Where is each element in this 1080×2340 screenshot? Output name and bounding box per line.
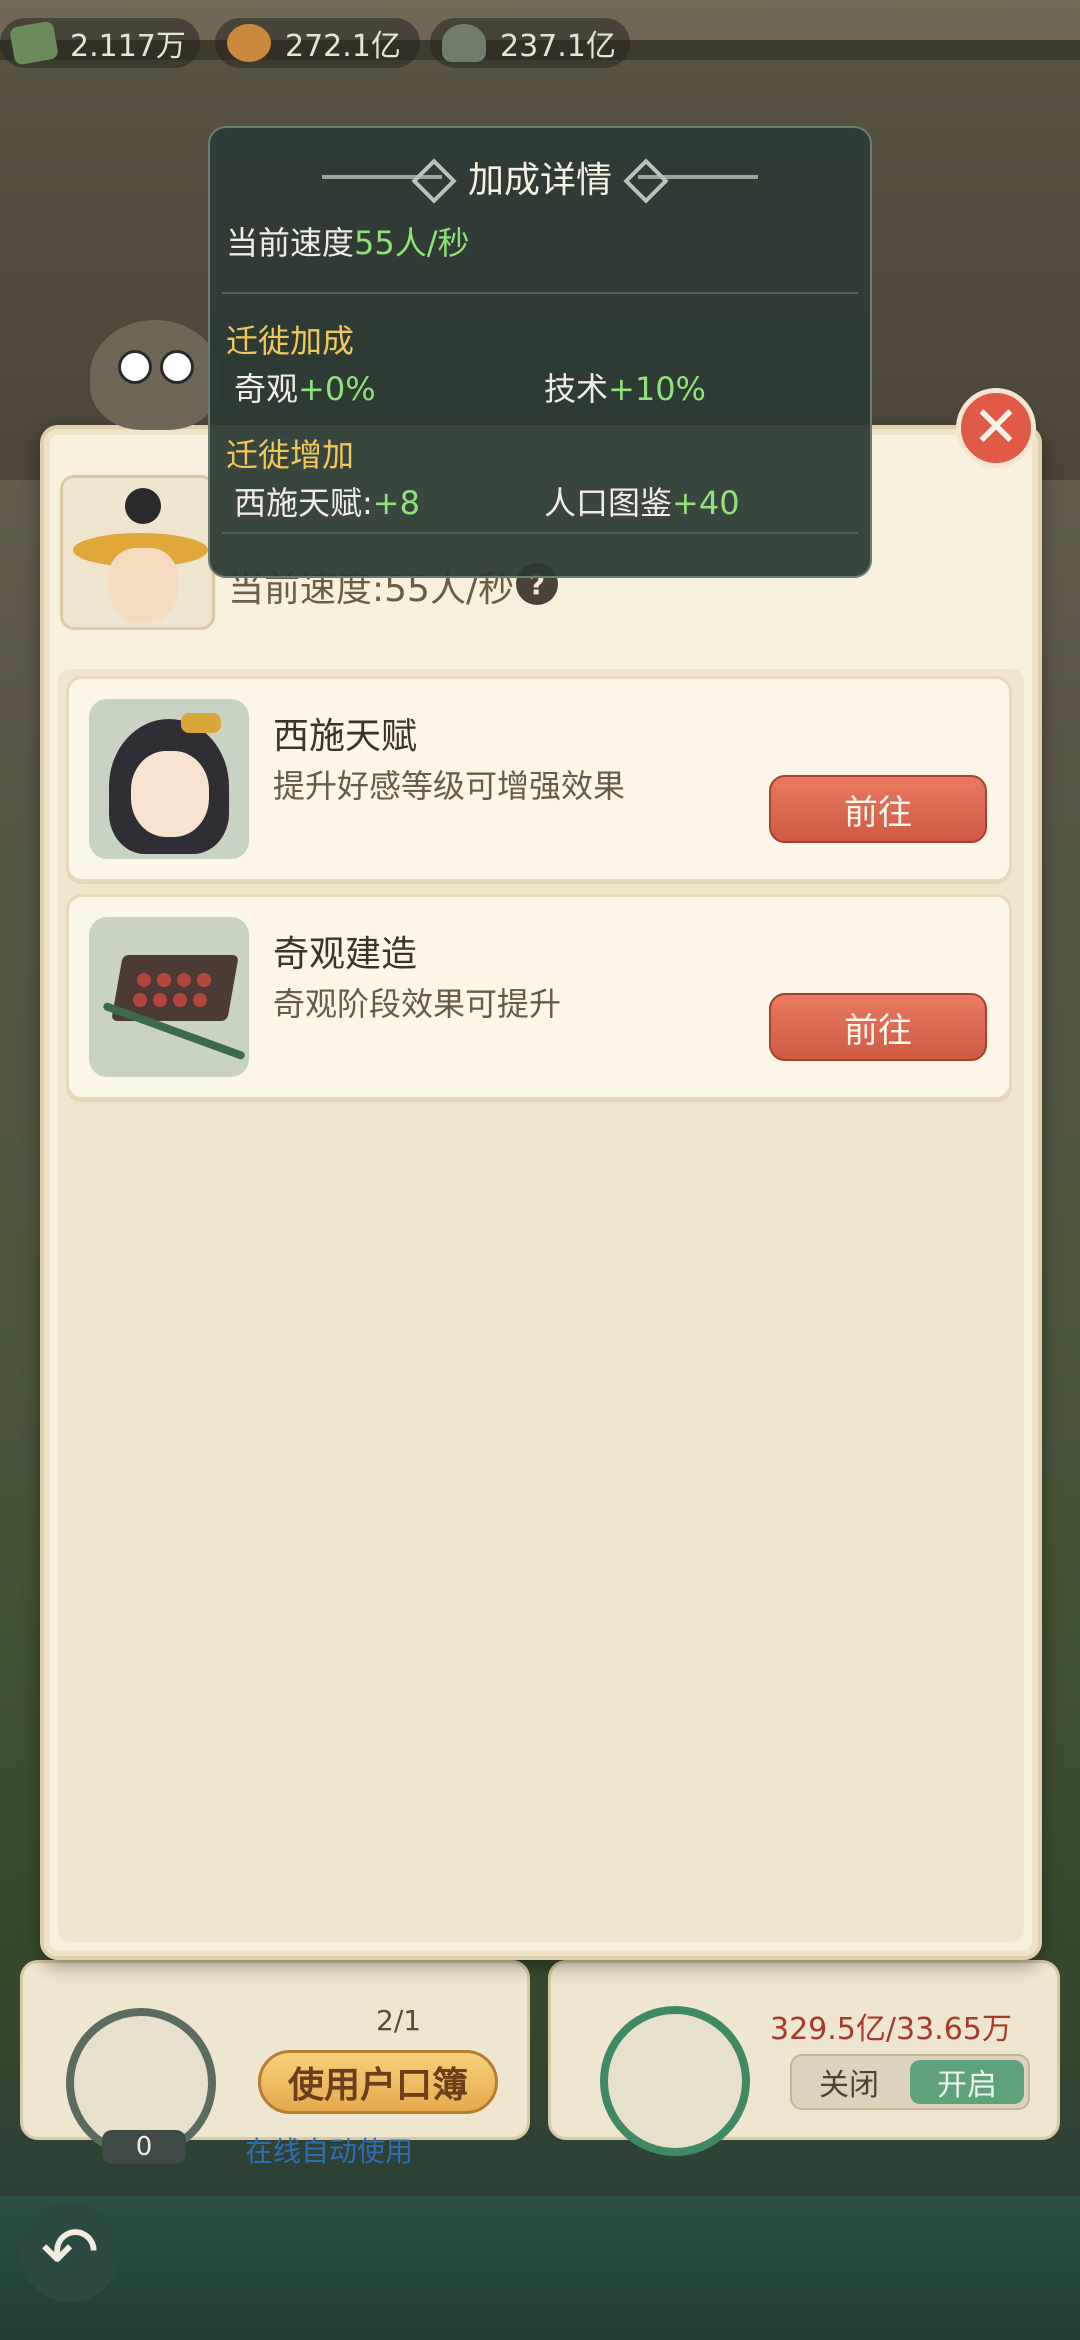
list-item-wonder-build: 奇观建造 奇观阶段效果可提升 前往 <box>66 894 1012 1100</box>
close-icon: ✕ <box>972 395 1020 460</box>
resource-bar: 2.117万 272.1亿 237.1亿 <box>0 18 1080 68</box>
footer-bar <box>0 2196 1080 2340</box>
auto-use-link[interactable]: 在线自动使用 <box>245 2130 413 2170</box>
speed-label: 当前速度 <box>226 224 355 262</box>
use-hukou-button[interactable]: 使用户口簿 <box>258 2050 498 2114</box>
back-button[interactable]: ↶ <box>20 2202 120 2302</box>
resource-stone[interactable]: 237.1亿 <box>430 18 630 68</box>
divider <box>222 532 858 534</box>
go-button[interactable]: 前往 <box>769 993 987 1061</box>
card-title: 奇观建造 <box>273 934 418 975</box>
increase-codex: 人口图鉴+40 <box>544 478 740 524</box>
ornament-left-icon <box>321 175 442 179</box>
fruit-value: 329.5亿/33.65万 <box>770 2012 1012 2047</box>
avatar-count: 0 <box>102 2130 186 2164</box>
current-speed: 当前速度55人/秒 <box>226 218 470 264</box>
tooltip-title: 加成详情 <box>467 160 612 201</box>
dragon-mascot-icon <box>90 320 220 430</box>
tooltip-header: 加成详情 <box>210 152 870 202</box>
card-desc: 提升好感等级可增强效果 <box>273 767 626 805</box>
dragon-eye-right <box>160 350 194 384</box>
list-item-xishi-talent: 西施天赋 提升好感等级可增强效果 前往 <box>66 676 1012 882</box>
card-title: 西施天赋 <box>273 716 418 757</box>
bead <box>173 993 187 1007</box>
resource-value: 2.117万 <box>70 29 186 64</box>
resource-jade[interactable]: 2.117万 <box>0 18 200 68</box>
migration-bonus-heading: 迁徙加成 <box>226 322 355 360</box>
speed-value: 55人/秒 <box>354 224 470 262</box>
xishi-portrait-icon <box>89 699 249 859</box>
resource-value: 237.1亿 <box>500 29 616 64</box>
bonus-tech: 技术+10% <box>544 364 706 410</box>
jade-icon <box>9 20 59 66</box>
money-bag-icon <box>227 24 271 62</box>
item-value: +0% <box>298 370 376 408</box>
bead <box>197 973 211 987</box>
bead <box>157 973 171 987</box>
ornament-right-icon <box>638 175 758 179</box>
abacus-icon <box>89 917 249 1077</box>
migration-panel <box>40 425 1042 1960</box>
migrant-avatar <box>60 475 215 630</box>
increase-xishi: 西施天赋:+8 <box>234 478 420 524</box>
toggle-off[interactable]: 关闭 <box>792 2056 906 2108</box>
face <box>131 751 209 837</box>
auto-toggle[interactable]: 关闭 开启 <box>790 2054 1030 2110</box>
worker-avatar[interactable] <box>600 2006 750 2156</box>
bonus-wonder: 奇观+0% <box>234 364 376 410</box>
dragon-eye-left <box>118 350 152 384</box>
back-arrow-icon: ↶ <box>40 2211 100 2293</box>
item-value: +8 <box>372 484 420 522</box>
resource-money[interactable]: 272.1亿 <box>215 18 420 68</box>
bead <box>133 993 147 1007</box>
bead <box>177 973 191 987</box>
bead <box>153 993 167 1007</box>
bead <box>193 993 207 1007</box>
go-button[interactable]: 前往 <box>769 775 987 843</box>
bonus-details-tooltip: 加成详情 当前速度55人/秒 迁徙加成 奇观+0% 技术+10% 迁徙增加 西施… <box>208 126 872 578</box>
hair-ornament <box>181 713 221 733</box>
bead <box>137 973 151 987</box>
resource-value: 272.1亿 <box>285 29 401 64</box>
item-value: +40 <box>672 484 740 522</box>
hukou-count: 2/1 <box>376 2004 422 2037</box>
item-label: 奇观 <box>234 370 299 408</box>
item-value: +10% <box>608 370 706 408</box>
item-label: 西施天赋: <box>234 484 373 522</box>
stone-icon <box>442 24 486 62</box>
item-label: 人口图鉴 <box>544 484 673 522</box>
face <box>108 548 178 623</box>
close-button[interactable]: ✕ <box>956 388 1036 468</box>
item-label: 技术 <box>544 370 609 408</box>
toggle-on[interactable]: 开启 <box>910 2060 1024 2104</box>
divider <box>222 292 858 294</box>
migration-increase-heading: 迁徙增加 <box>226 436 355 474</box>
card-desc: 奇观阶段效果可提升 <box>273 985 562 1023</box>
hair-bun <box>125 488 161 524</box>
